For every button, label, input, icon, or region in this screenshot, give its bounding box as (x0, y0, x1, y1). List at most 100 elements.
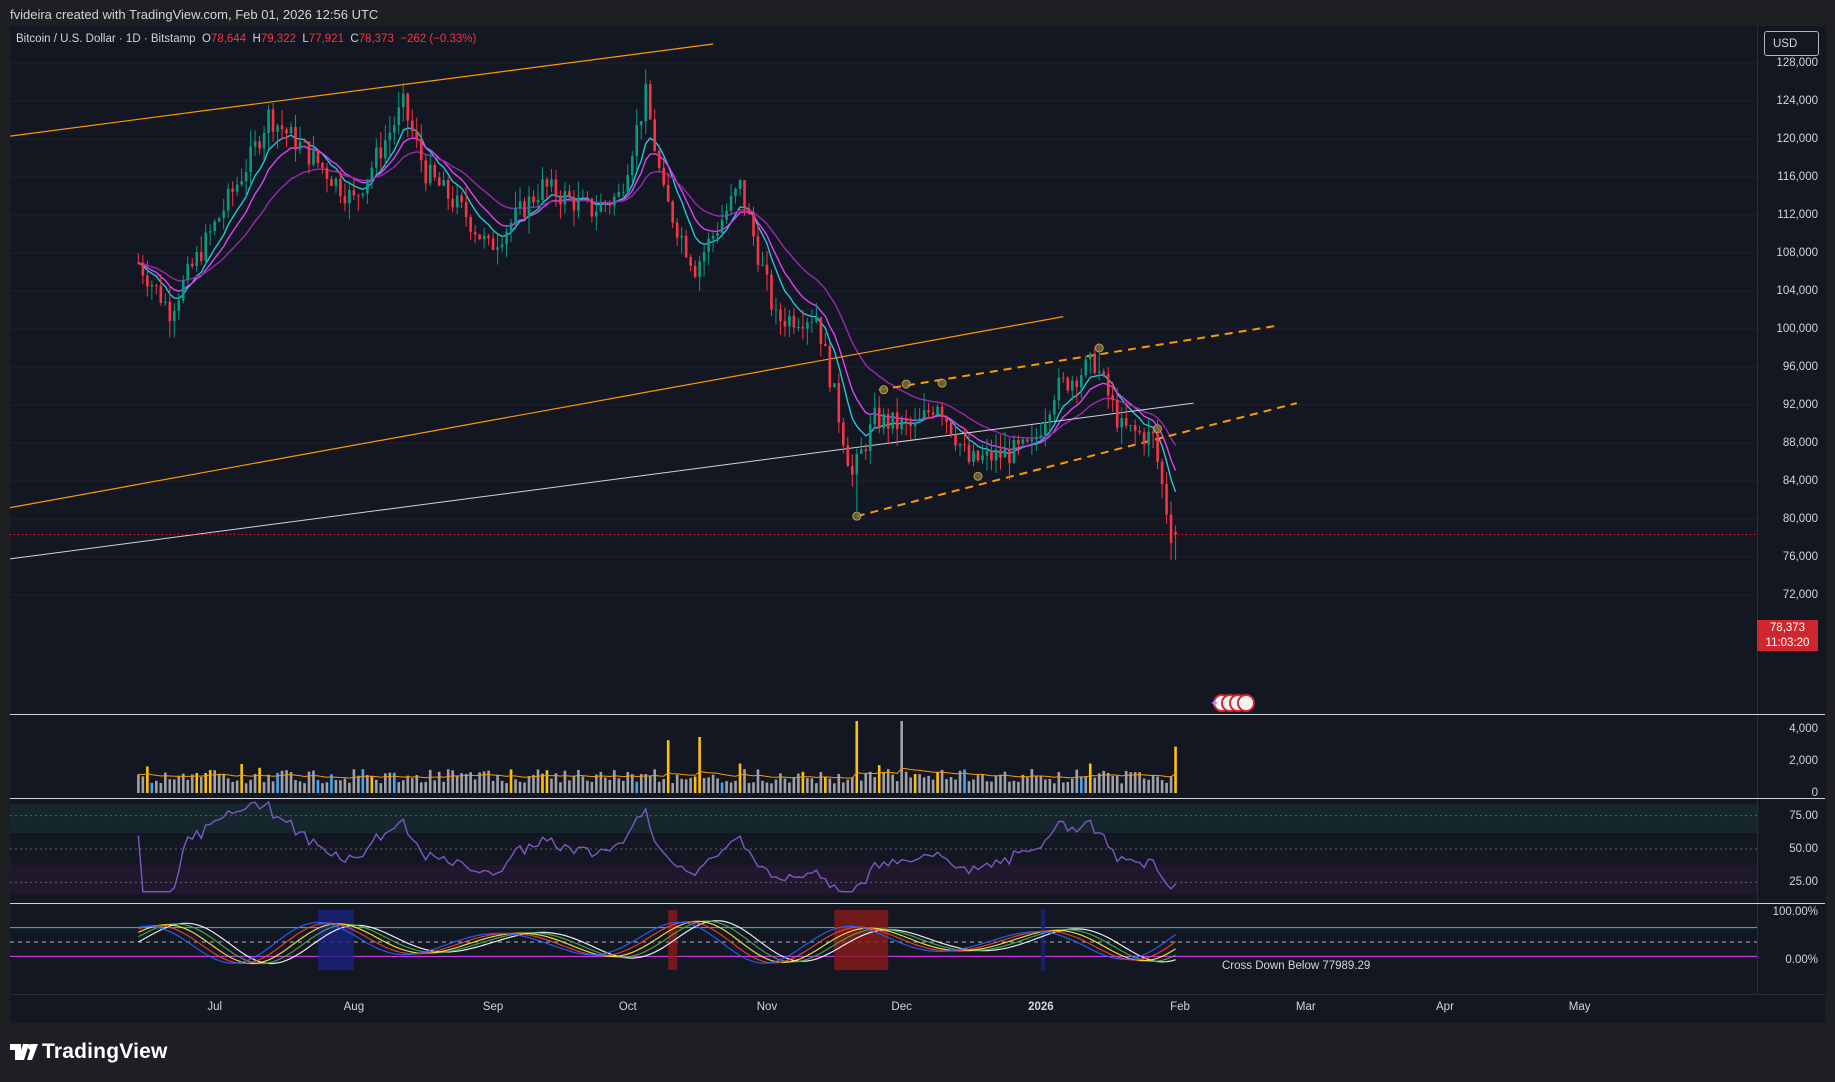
price-axis[interactable]: 128,000 124,000 120,000 116,000 112,000 108,0… (1757, 26, 1826, 714)
tradingview-logo-icon (10, 1042, 38, 1066)
candle-body (401, 93, 405, 108)
month-label: 2026 (1028, 1001, 1054, 1013)
volume-bar (824, 776, 827, 793)
candle-body (258, 141, 261, 149)
currency-button[interactable]: USD (1764, 31, 1819, 56)
volume-bar (190, 774, 194, 793)
ema-mid-line (138, 137, 1177, 471)
month-label: Jul (207, 1001, 223, 1013)
candle-body (316, 150, 320, 163)
volume-bar (1079, 776, 1083, 793)
time-axis[interactable] (10, 994, 1825, 1023)
volume-bar (401, 780, 405, 793)
volume-bar (639, 774, 643, 793)
upper-channel-line (10, 43, 714, 137)
volume-bar (410, 778, 414, 793)
month-label: Oct (618, 1001, 637, 1013)
volume-bar (837, 773, 841, 793)
candle-body (828, 346, 832, 388)
rsi-panel[interactable] (10, 799, 1757, 903)
volume-bar (1070, 778, 1074, 793)
volume-bar (810, 778, 814, 793)
volume-bar (545, 770, 549, 793)
volume-axis[interactable]: 4,000 2,000 0 (1757, 715, 1826, 799)
candle-body (806, 322, 809, 329)
stoch-alert-label: Cross Down Below 77989.29 (1222, 960, 1371, 972)
price-panel[interactable]: ✦ Bitcoin / U.S. Dollar · 1D · Bitstamp … (10, 26, 1757, 714)
last-price-tag: 78,373 11:03:20 (1757, 620, 1818, 651)
volume-bar (613, 770, 616, 793)
volume-bar (208, 770, 212, 793)
chart-credit: fvideira created with TradingView.com, F… (10, 7, 379, 22)
candle-body (155, 285, 158, 287)
candle-body (545, 179, 549, 187)
candle-body (253, 141, 257, 147)
candle-body (1021, 439, 1025, 444)
candle-body (190, 263, 194, 267)
candle-body (298, 141, 302, 150)
symbol-legend: Bitcoin / U.S. Dollar · 1D · Bitstamp O7… (16, 33, 476, 45)
candle-body (595, 211, 598, 217)
candle-body (168, 301, 172, 322)
volume-bar (496, 774, 499, 793)
stoch-axis[interactable]: 100.00% 0.00% (1757, 904, 1826, 994)
candle-body (707, 238, 710, 253)
volume-bar (716, 778, 719, 793)
stoch-panel[interactable] (10, 904, 1757, 994)
volume-bar (635, 781, 639, 793)
volume-bar (231, 781, 234, 793)
change-value: −262 (−0.33%) (400, 33, 477, 45)
volume-bar (150, 782, 154, 793)
volume-bar (1093, 777, 1097, 793)
volume-bar (752, 782, 755, 793)
volume-bar (702, 778, 706, 793)
candle-body (770, 274, 773, 310)
volume-bar (846, 779, 850, 793)
volume-tick: 2,000 (1789, 755, 1818, 767)
volume-bar (343, 778, 347, 793)
volume-bar (864, 773, 868, 793)
volume-bar (653, 769, 657, 793)
candle-body (958, 444, 962, 446)
volume-tick: 4,000 (1789, 723, 1818, 735)
candle-body (505, 231, 508, 245)
volume-bar (972, 779, 975, 793)
tradingview-logo[interactable]: TradingView (10, 1040, 168, 1066)
symbol-title[interactable]: Bitcoin / U.S. Dollar · 1D · Bitstamp (16, 33, 196, 45)
candle-body (1097, 371, 1101, 373)
candle-body (711, 235, 715, 239)
volume-bar (689, 777, 692, 793)
candle-body (918, 418, 921, 423)
rsi-axis[interactable]: 75.00 50.00 25.00 (1757, 799, 1826, 903)
candle-body (891, 412, 894, 429)
volume-bar (536, 769, 540, 793)
volume-bar (931, 779, 935, 793)
candle-body (599, 202, 603, 212)
candle-body (1115, 400, 1119, 428)
volume-bar (918, 774, 921, 793)
volume-bar (725, 781, 728, 793)
candlestick-chart[interactable]: ✦ (10, 26, 1757, 714)
volume-bar (747, 783, 751, 793)
candle-body (720, 219, 724, 233)
price-tick: 88,000 (1782, 437, 1818, 449)
stoch-tick: 100.00% (1772, 906, 1818, 918)
candle-body (994, 449, 998, 461)
volume-bar (473, 779, 477, 793)
bar-countdown: 11:03:20 (1765, 636, 1810, 649)
candle-body (859, 449, 863, 454)
volume-bar (1156, 776, 1159, 793)
volume-bar (137, 774, 140, 793)
candle-body (559, 197, 562, 205)
rsi-chart (10, 800, 1757, 895)
volume-bar (253, 773, 257, 793)
volume-bar (1111, 775, 1114, 793)
candle-body (815, 317, 818, 322)
volume-bar (1035, 775, 1038, 793)
month-label: Mar (1295, 1001, 1316, 1013)
volume-panel[interactable] (10, 715, 1757, 798)
candle-body (464, 202, 468, 218)
candle-body (747, 208, 751, 215)
lower-channel-line (10, 316, 1064, 509)
candle-body (729, 195, 733, 211)
